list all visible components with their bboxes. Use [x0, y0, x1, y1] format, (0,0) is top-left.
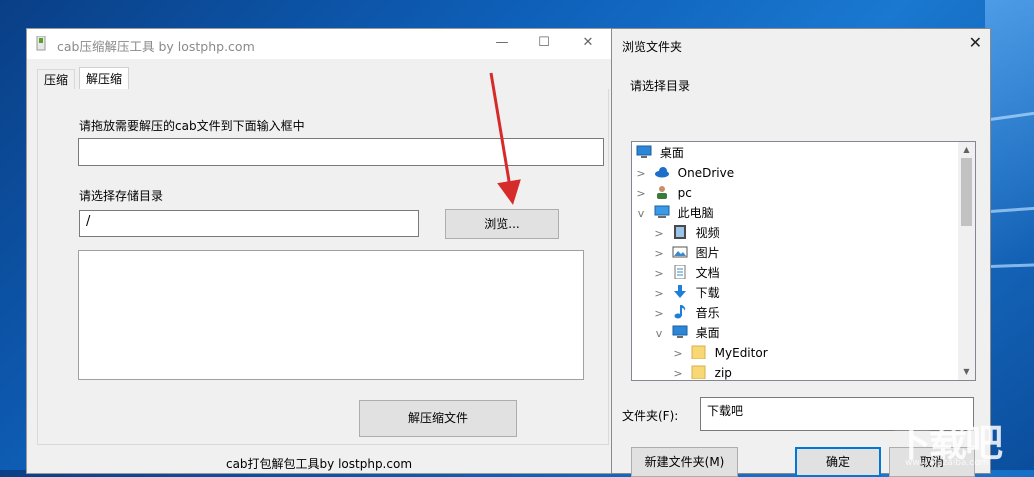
- dialog-close-button[interactable]: ✕: [969, 33, 982, 52]
- tree-item-label: pc: [677, 186, 692, 200]
- tree-scrollbar[interactable]: ▲ ▼: [958, 142, 975, 380]
- computer-icon: [654, 205, 670, 218]
- folder-field-label: 文件夹(F):: [622, 409, 679, 423]
- tree-item-myeditor[interactable]: > MyEditor: [671, 343, 768, 363]
- new-folder-button[interactable]: 新建文件夹(M): [631, 447, 738, 477]
- music-icon: [674, 305, 686, 319]
- tree-item-music[interactable]: > 音乐: [652, 303, 720, 323]
- video-icon: [673, 225, 686, 239]
- tree-item-documents[interactable]: > 文档: [652, 263, 720, 283]
- main-window: cab压缩解压工具 by lostphp.com — ☐ ✕ 压缩 解压缩 请拖…: [26, 28, 612, 474]
- chevron-down-icon[interactable]: v: [634, 204, 648, 224]
- dialog-title: 浏览文件夹: [622, 40, 683, 54]
- extract-button[interactable]: 解压缩文件: [359, 400, 517, 437]
- tree-item-videos[interactable]: > 视频: [652, 223, 720, 243]
- watermark-url: www.xiazaiba.com: [905, 458, 989, 468]
- chevron-right-icon[interactable]: >: [671, 344, 685, 364]
- folder-tree[interactable]: 桌面 > OneDrive > pc v 此电脑 > 视频 > 图片 > 文档 …: [631, 141, 976, 381]
- chevron-right-icon[interactable]: >: [652, 244, 666, 264]
- folder-icon: [691, 365, 706, 379]
- chevron-right-icon[interactable]: >: [634, 184, 648, 204]
- tree-item-label: 此电脑: [677, 206, 714, 220]
- chevron-right-icon[interactable]: >: [652, 224, 666, 244]
- tree-item-pc-user[interactable]: > pc: [634, 183, 692, 203]
- tree-item-label: 视频: [695, 226, 720, 240]
- cloud-icon: [654, 167, 669, 178]
- app-icon: [36, 36, 46, 51]
- tree-item-label: 文档: [695, 266, 720, 280]
- chevron-right-icon[interactable]: >: [671, 364, 685, 380]
- tab-compress[interactable]: 压缩: [37, 69, 76, 89]
- tree-item-zip[interactable]: > zip: [671, 363, 732, 380]
- scrollbar-thumb[interactable]: [961, 158, 972, 226]
- tree-item-this-pc[interactable]: v 此电脑: [634, 203, 714, 223]
- drag-instruction-label: 请拖放需要解压的cab文件到下面输入框中: [79, 119, 305, 133]
- output-listbox[interactable]: [78, 250, 584, 380]
- browse-folder-dialog: 浏览文件夹 ✕ 请选择目录 桌面 > OneDrive > pc v 此电脑 >: [611, 28, 991, 477]
- desktop-light-beam: [985, 0, 1034, 470]
- tree-item-label: MyEditor: [714, 346, 768, 360]
- chevron-right-icon[interactable]: >: [652, 264, 666, 284]
- tab-decompress[interactable]: 解压缩: [79, 67, 130, 90]
- close-button[interactable]: ✕: [565, 29, 611, 59]
- desktop-icon: [672, 325, 688, 338]
- tree-item-label: OneDrive: [677, 166, 735, 180]
- footer-text: cab打包解包工具by lostphp.com: [225, 457, 413, 471]
- document-icon: [674, 265, 686, 279]
- main-window-title: cab压缩解压工具 by lostphp.com: [57, 39, 255, 54]
- scroll-up-icon[interactable]: ▲: [958, 142, 975, 158]
- chevron-right-icon[interactable]: >: [652, 304, 666, 324]
- tree-item-label: 音乐: [695, 306, 720, 320]
- scroll-down-icon[interactable]: ▼: [958, 364, 975, 380]
- tree-item-label: 图片: [695, 246, 720, 260]
- tree-item-downloads[interactable]: > 下载: [652, 283, 720, 303]
- desktop-icon: [636, 145, 652, 158]
- directory-label: 请选择存储目录: [79, 189, 164, 203]
- main-titlebar[interactable]: cab压缩解压工具 by lostphp.com — ☐ ✕: [27, 29, 611, 59]
- chevron-right-icon[interactable]: >: [652, 284, 666, 304]
- tree-item-desktop[interactable]: 桌面: [634, 143, 684, 163]
- tree-item-pictures[interactable]: > 图片: [652, 243, 720, 264]
- tree-item-label: zip: [714, 366, 732, 380]
- minimize-button[interactable]: —: [479, 29, 525, 59]
- download-icon: [673, 285, 686, 298]
- red-arrow-annotation: [489, 72, 521, 205]
- tree-item-desktop-sub[interactable]: v 桌面: [652, 323, 720, 343]
- chevron-down-icon[interactable]: v: [652, 324, 666, 344]
- user-icon: [656, 186, 667, 199]
- ok-button[interactable]: 确定: [795, 447, 881, 477]
- tree-item-label: 桌面: [659, 146, 684, 160]
- tree-item-label: 下载: [695, 286, 720, 300]
- folder-icon: [691, 345, 706, 359]
- tree-item-onedrive[interactable]: > OneDrive: [634, 163, 734, 183]
- directory-input[interactable]: /: [79, 210, 419, 237]
- dialog-prompt: 请选择目录: [630, 79, 691, 93]
- tree-item-label: 桌面: [695, 326, 720, 340]
- maximize-button[interactable]: ☐: [521, 29, 567, 59]
- picture-icon: [672, 246, 688, 258]
- chevron-right-icon[interactable]: >: [634, 164, 648, 184]
